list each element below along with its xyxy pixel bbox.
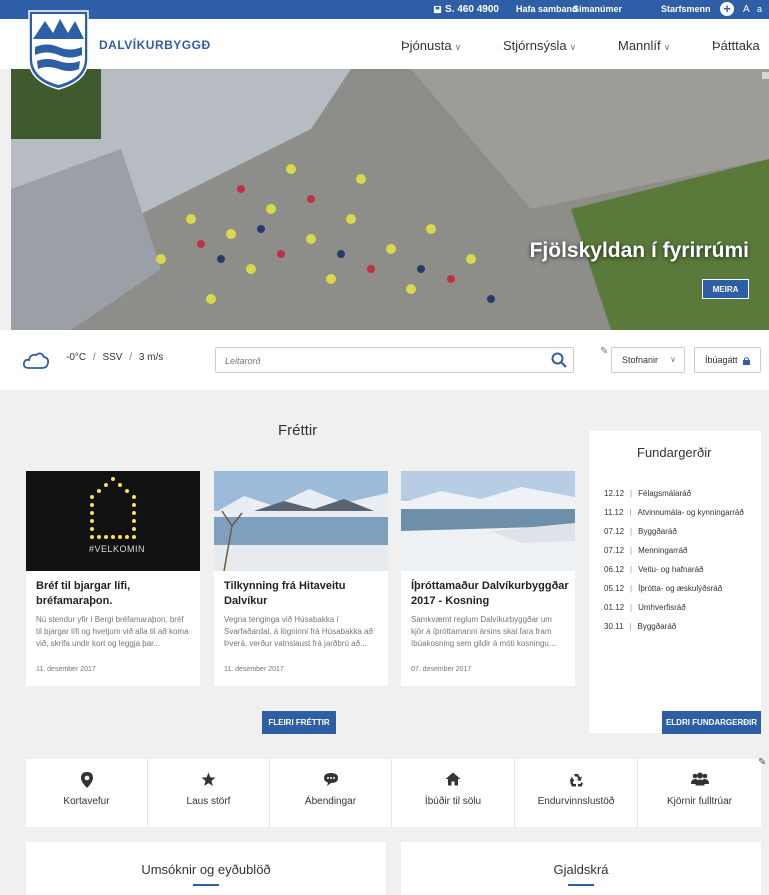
star-icon <box>201 772 216 786</box>
news-excerpt: Vegna tenginga við Húsabakka í Svarfaðar… <box>224 615 373 648</box>
news-card[interactable]: Íþróttamaður Dalvíkurbyggðar 2017 - Kosn… <box>401 471 575 686</box>
fjord-photo <box>401 471 575 571</box>
news-excerpt: Nú stendur yfir í Bergi bréfamaraþon, br… <box>36 615 189 648</box>
top-utility-bar: S. 460 4900 Hafa samband Símanúmer Starf… <box>0 0 769 19</box>
meetings-title: Fundargerðir <box>637 445 712 460</box>
map-marker-icon <box>80 772 93 788</box>
phone-number: S. 460 4900 <box>445 4 499 15</box>
users-icon <box>690 772 709 786</box>
edit-icon[interactable]: ✎ <box>600 346 608 357</box>
font-size-small[interactable]: a <box>757 0 762 19</box>
title-underline <box>568 884 594 886</box>
search-input[interactable] <box>225 353 525 368</box>
slider-indicator[interactable] <box>762 72 769 79</box>
meeting-item[interactable]: 11.12 | Atvinnumála- og kynningarráð <box>604 508 744 517</box>
winter-lake-photo <box>214 471 388 571</box>
meeting-item[interactable]: 07.12 | Byggðaráð <box>604 527 677 536</box>
brand-name[interactable]: DALVÍKURBYGGÐ <box>99 38 211 52</box>
fees-title: Gjaldskrá <box>553 862 609 877</box>
more-news-button[interactable]: FLEIRI FRÉTTIR <box>262 711 336 734</box>
quick-link-jobs[interactable]: Laus störf <box>148 759 270 827</box>
quick-link-map[interactable]: Kortavefur <box>26 759 148 827</box>
quick-link-officials[interactable]: Kjörnir fulltrúar <box>638 759 761 827</box>
font-size-normal[interactable]: A <box>743 0 750 19</box>
site-header: DALVÍKURBYGGÐ Þjónusta ∨ Stjórnsýsla ∨ Man… <box>0 19 769 69</box>
contact-link[interactable]: Hafa samband <box>516 0 578 19</box>
news-image-caption: #VELKOMIN <box>89 544 146 554</box>
nav-item-participation[interactable]: Þátttaka <box>712 38 760 53</box>
institutions-dropdown[interactable]: Stofnanir ∨ <box>611 347 685 373</box>
meeting-item[interactable]: 12.12 | Félagsmálaráð <box>604 489 691 498</box>
lock-icon <box>743 357 750 365</box>
news-excerpt: Samkvæmt reglum Dalvíkurbyggðar um kjör … <box>411 615 556 648</box>
quick-link-housing[interactable]: Íbúðir til sölu <box>392 759 515 827</box>
staff-link[interactable]: Starfsmenn <box>661 0 711 19</box>
meeting-item[interactable]: 07.12 | Menningarráð <box>604 546 687 555</box>
news-image: #VELKOMIN <box>26 471 200 571</box>
home-icon <box>445 772 461 786</box>
news-title[interactable]: Íþróttamaður Dalvíkurbyggðar 2017 - Kosn… <box>411 579 569 609</box>
cloud-icon <box>22 352 50 369</box>
news-image <box>214 471 388 571</box>
municipality-logo[interactable] <box>27 9 90 91</box>
phone-icon <box>433 5 442 14</box>
news-title[interactable]: Tilkynning frá Hitaveitu Dalvíkur <box>224 579 382 609</box>
hero-photo <box>11 69 769 330</box>
weather-readout: -0°C / SSV / 3 m/s <box>66 352 164 363</box>
meetings-panel: Fundargerðir 12.12 | Félagsmálaráð 11.12 | A… <box>589 431 761 733</box>
hero-title: Fjölskyldan í fyrirrúmi <box>529 239 749 262</box>
house-lights-graphic <box>90 477 136 539</box>
plus-icon[interactable]: + <box>720 2 734 16</box>
phone-link[interactable]: S. 460 4900 <box>433 0 499 19</box>
quick-link-feedback[interactable]: Ábendingar <box>270 759 392 827</box>
older-meetings-button[interactable]: ELDRI FUNDARGERÐIR <box>662 711 761 734</box>
chevron-down-icon: ∨ <box>454 42 462 52</box>
meeting-item[interactable]: 05.12 | Íþrótta- og æskulýðsráð <box>604 584 722 593</box>
comment-icon <box>323 773 338 786</box>
nav-item-services[interactable]: Þjónusta ∨ <box>401 38 461 53</box>
news-card[interactable]: Tilkynning frá Hitaveitu Dalvíkur Vegna … <box>214 471 388 686</box>
news-title[interactable]: Bréf til bjargar lífi, bréfamaraþon. <box>36 579 194 609</box>
news-section-title: Fréttir <box>278 422 318 439</box>
hero-banner[interactable]: Fjölskyldan í fyrirrúmi <box>11 69 769 330</box>
search-box <box>215 347 574 373</box>
title-underline <box>193 884 219 886</box>
forms-title: Umsóknir og eyðublöð <box>141 862 271 877</box>
forms-box[interactable]: Umsóknir og eyðublöð <box>26 842 386 895</box>
residents-portal-button[interactable]: Íbúagátt <box>694 347 761 373</box>
recycle-icon <box>570 774 583 787</box>
news-date: 07. desember 2017 <box>411 666 472 673</box>
nav-item-administration[interactable]: Stjórnsýsla ∨ <box>503 38 576 53</box>
meeting-item[interactable]: 30.11 | Byggðaráð <box>604 622 676 631</box>
chevron-down-icon: ∨ <box>569 42 577 52</box>
phonebook-link[interactable]: Símanúmer <box>573 0 622 19</box>
nav-item-community[interactable]: Mannlíf ∨ <box>618 38 670 53</box>
meeting-item[interactable]: 06.12 | Veitu- og hafnaráð <box>604 565 704 574</box>
hero-more-button[interactable]: MEIRA <box>702 279 749 299</box>
news-image <box>401 471 575 571</box>
fees-box[interactable]: Gjaldskrá <box>401 842 761 895</box>
news-date: 11. desember 2017 <box>224 666 284 673</box>
news-card[interactable]: #VELKOMIN Bréf til bjargar lífi, bréfama… <box>26 471 200 686</box>
chevron-down-icon: ∨ <box>670 355 676 364</box>
chevron-down-icon: ∨ <box>663 42 671 52</box>
news-date: 11. desember 2017 <box>36 666 96 673</box>
quick-link-recycling[interactable]: Endurvinnslustöð <box>515 759 638 827</box>
edit-icon[interactable]: ✎ <box>758 757 766 768</box>
meeting-item[interactable]: 01.12 | Umhverfisráð <box>604 603 686 612</box>
search-icon[interactable] <box>551 352 567 368</box>
